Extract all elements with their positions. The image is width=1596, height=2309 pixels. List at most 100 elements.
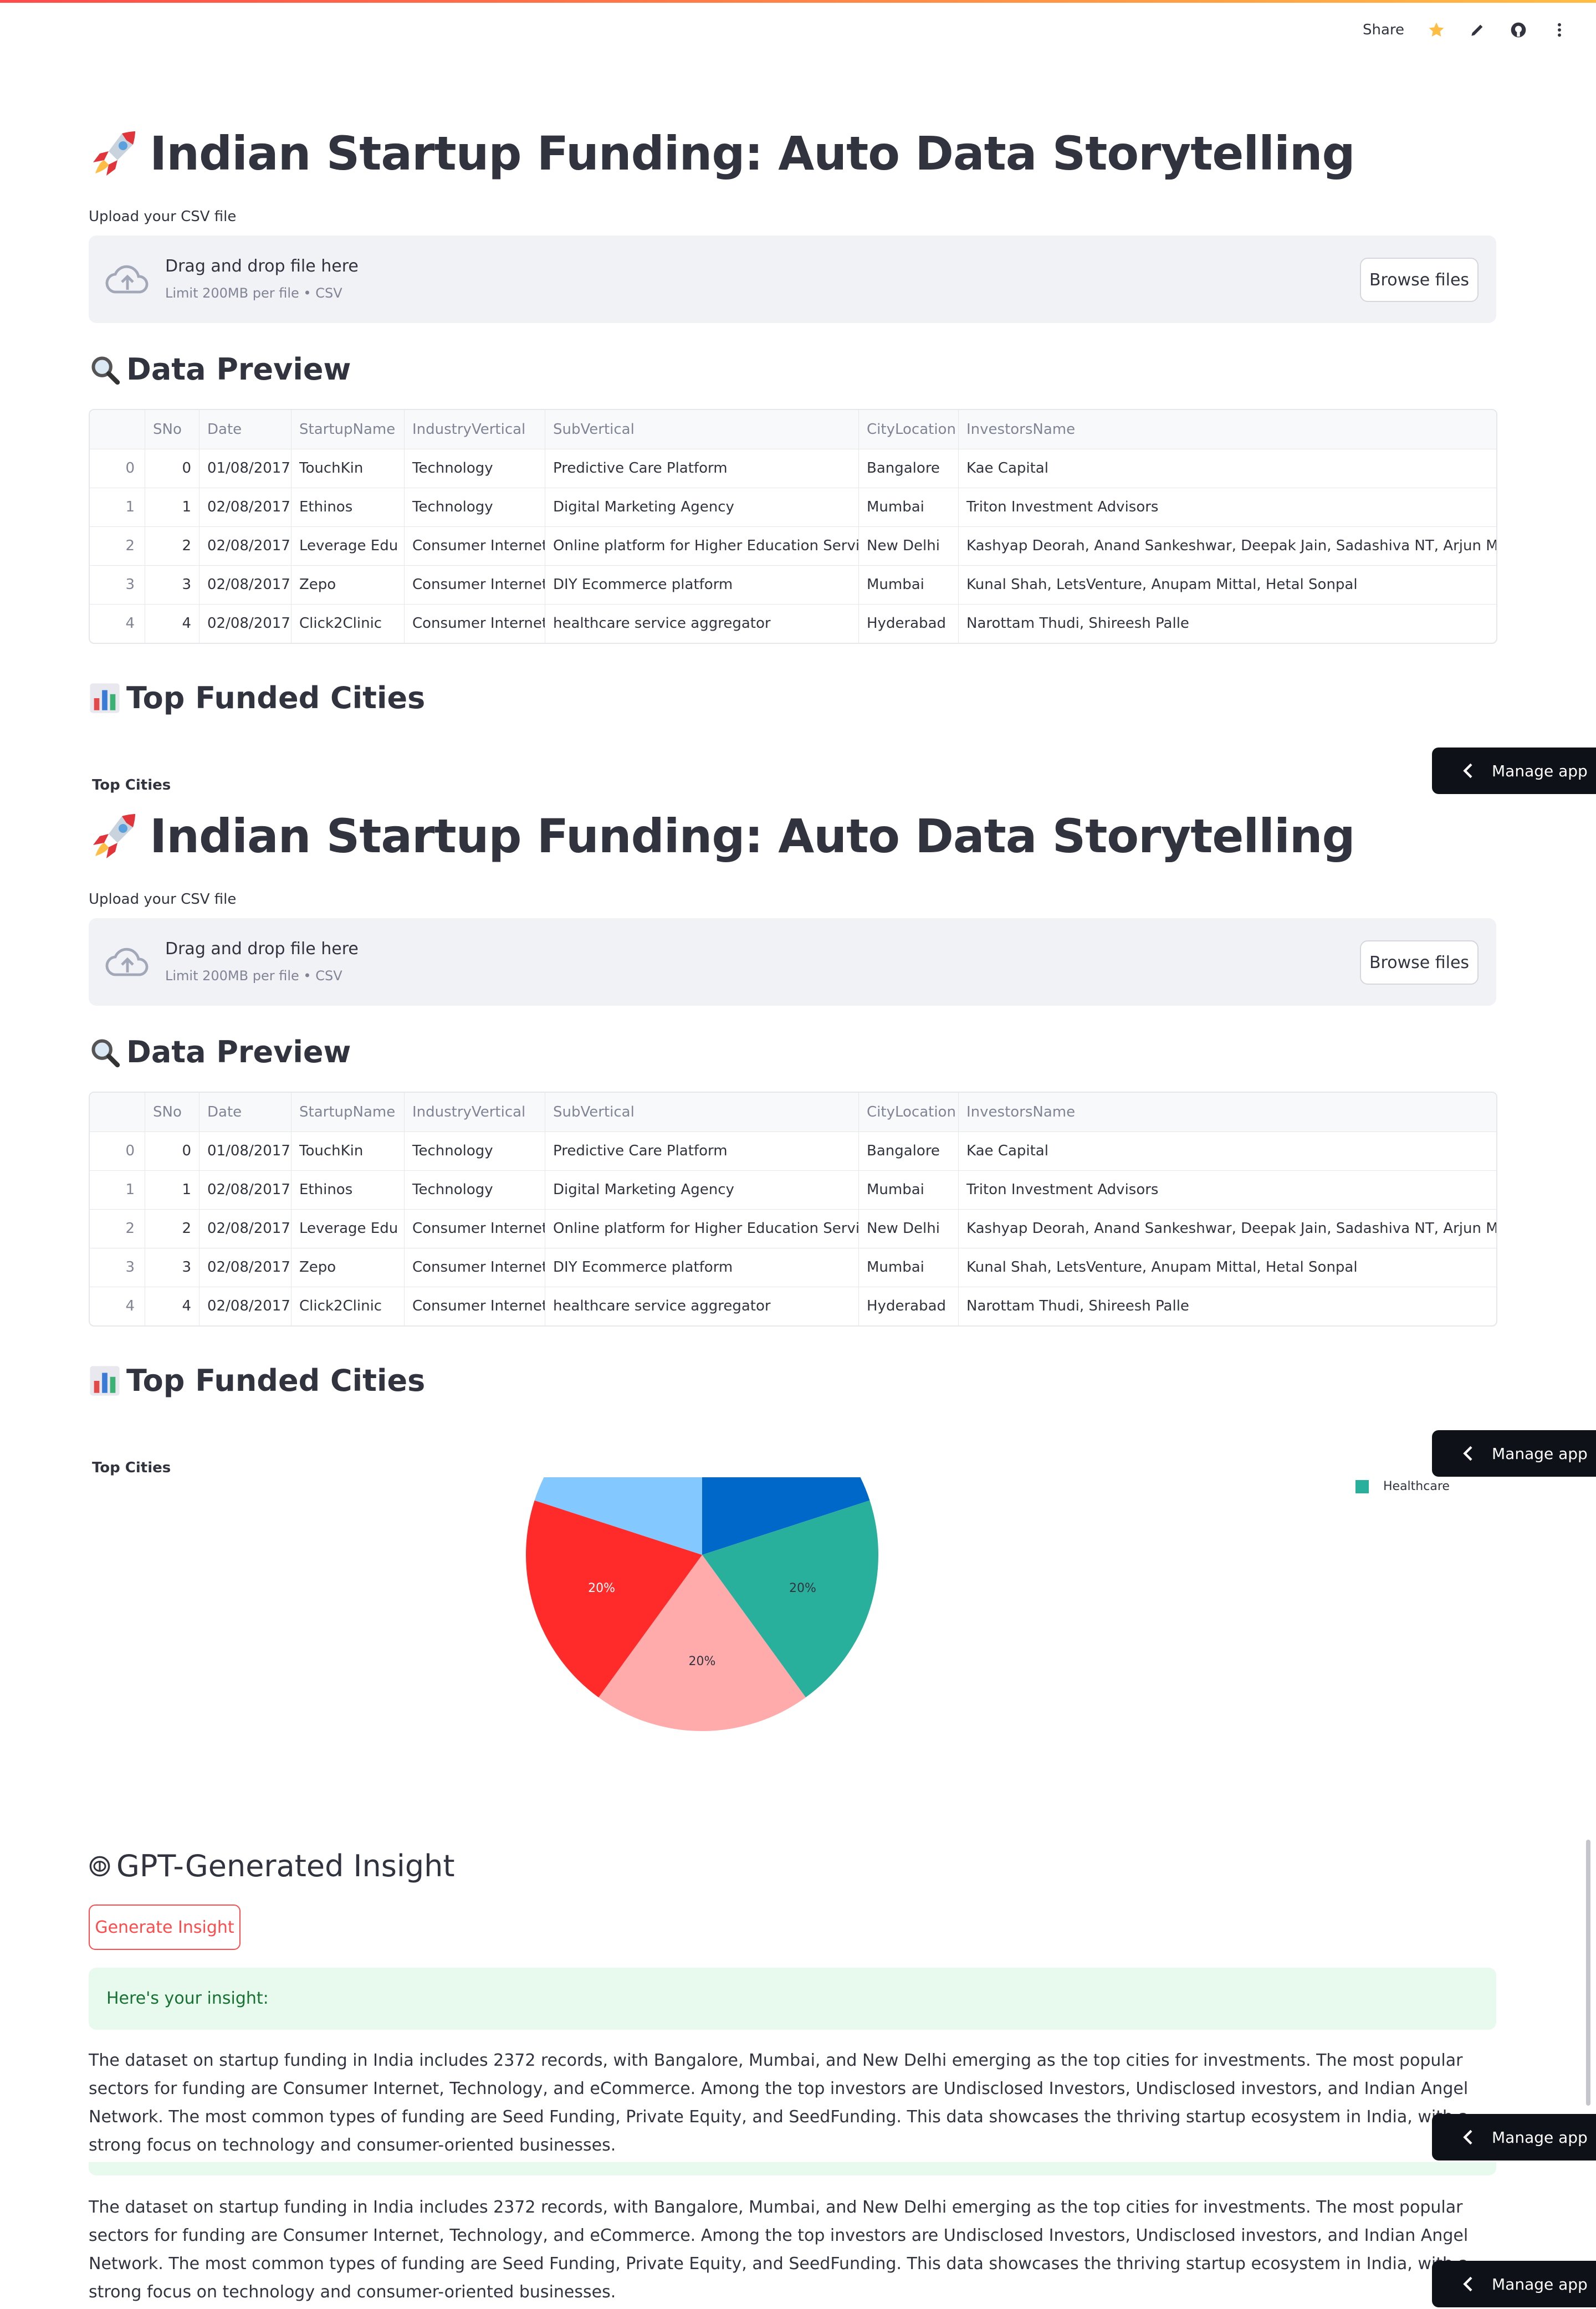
table-cell[interactable]: 01/08/2017 — [200, 449, 291, 488]
table-cell[interactable]: 1 — [90, 1170, 145, 1209]
table-cell[interactable]: 4 — [145, 1287, 200, 1325]
table-cell[interactable]: 3 — [145, 565, 200, 604]
table-cell[interactable]: Consumer Internet — [405, 526, 545, 565]
table-cell[interactable]: Mumbai — [859, 1248, 959, 1287]
browse-files-button[interactable]: Browse files — [1360, 258, 1479, 302]
github-icon[interactable] — [1510, 21, 1527, 39]
table-cell[interactable]: Kunal Shah, LetsVenture, Anupam Mittal, … — [959, 1248, 1496, 1287]
page-scrollbar[interactable] — [1586, 1840, 1590, 2106]
table-cell[interactable]: Triton Investment Advisors — [959, 1170, 1496, 1209]
table-cell[interactable]: Leverage Edu — [291, 526, 405, 565]
table-cell[interactable]: Mumbai — [859, 488, 959, 526]
table-cell[interactable]: 3 — [90, 1248, 145, 1287]
table-cell[interactable]: Kae Capital — [959, 449, 1496, 488]
table-header-cell[interactable]: SubVertical — [545, 410, 859, 449]
star-icon[interactable] — [1428, 21, 1445, 39]
table-cell[interactable]: Bangalore — [859, 449, 959, 488]
table-cell[interactable]: Consumer Internet — [405, 1209, 545, 1248]
more-vertical-icon[interactable] — [1551, 21, 1568, 39]
table-cell[interactable]: Ethinos — [291, 488, 405, 526]
table-cell[interactable]: Hyderabad — [859, 604, 959, 643]
table-cell[interactable]: 1 — [145, 1170, 200, 1209]
table-cell[interactable]: TouchKin — [291, 1132, 405, 1170]
table-cell[interactable]: 2 — [145, 1209, 200, 1248]
table-cell[interactable]: Ethinos — [291, 1170, 405, 1209]
top-cities-pie-chart[interactable]: 20% 20% 20% — [488, 1474, 920, 1740]
table-cell[interactable]: 02/08/2017 — [200, 1248, 291, 1287]
file-dropzone[interactable]: Drag and drop file here Limit 200MB per … — [89, 918, 1496, 1006]
table-header-cell[interactable]: IndustryVertical — [405, 410, 545, 449]
table-cell[interactable]: 0 — [145, 1132, 200, 1170]
table-cell[interactable]: Consumer Internet — [405, 1248, 545, 1287]
table-cell[interactable]: Consumer Internet — [405, 565, 545, 604]
table-cell[interactable]: Online platform for Higher Education Ser… — [545, 1209, 859, 1248]
table-cell[interactable]: 4 — [145, 604, 200, 643]
file-dropzone[interactable]: Drag and drop file here Limit 200MB per … — [89, 235, 1496, 323]
table-header-cell[interactable]: IndustryVertical — [405, 1093, 545, 1132]
table-cell[interactable]: 4 — [90, 604, 145, 643]
share-button[interactable]: Share — [1363, 22, 1404, 38]
table-cell[interactable]: 02/08/2017 — [200, 526, 291, 565]
table-cell[interactable]: 02/08/2017 — [200, 604, 291, 643]
table-cell[interactable]: 3 — [145, 1248, 200, 1287]
table-header-cell[interactable]: InvestorsName — [959, 410, 1496, 449]
table-cell[interactable]: Narottam Thudi, Shireesh Palle — [959, 1287, 1496, 1325]
table-cell[interactable]: Kae Capital — [959, 1132, 1496, 1170]
generate-insight-button[interactable]: Generate Insight — [89, 1904, 241, 1950]
table-cell[interactable]: Kunal Shah, LetsVenture, Anupam Mittal, … — [959, 565, 1496, 604]
table-cell[interactable]: DIY Ecommerce platform — [545, 565, 859, 604]
manage-app-button[interactable]: Manage app — [1432, 2114, 1596, 2160]
table-cell[interactable]: Leverage Edu — [291, 1209, 405, 1248]
table-header-cell[interactable]: SubVertical — [545, 1093, 859, 1132]
table-cell[interactable]: 1 — [90, 488, 145, 526]
table-cell[interactable]: 1 — [145, 488, 200, 526]
table-cell[interactable]: Triton Investment Advisors — [959, 488, 1496, 526]
table-header-cell[interactable] — [90, 1093, 145, 1132]
manage-app-button[interactable]: Manage app — [1432, 748, 1596, 794]
table-cell[interactable]: 02/08/2017 — [200, 1287, 291, 1325]
table-cell[interactable]: Mumbai — [859, 1170, 959, 1209]
table-cell[interactable]: Mumbai — [859, 565, 959, 604]
table-cell[interactable]: 4 — [90, 1287, 145, 1325]
table-cell[interactable]: Consumer Internet — [405, 1287, 545, 1325]
table-cell[interactable]: Technology — [405, 488, 545, 526]
table-cell[interactable]: healthcare service aggregator — [545, 604, 859, 643]
table-cell[interactable]: 2 — [90, 526, 145, 565]
table-cell[interactable]: 0 — [90, 449, 145, 488]
data-preview-table[interactable]: SNo Date StartupName IndustryVertical SubVer… — [89, 409, 1497, 644]
table-cell[interactable]: Predictive Care Platform — [545, 449, 859, 488]
table-cell[interactable]: 02/08/2017 — [200, 565, 291, 604]
table-cell[interactable]: Zepo — [291, 565, 405, 604]
table-cell[interactable]: Consumer Internet — [405, 604, 545, 643]
table-cell[interactable]: Digital Marketing Agency — [545, 488, 859, 526]
table-header-cell[interactable]: InvestorsName — [959, 1093, 1496, 1132]
table-cell[interactable]: 02/08/2017 — [200, 488, 291, 526]
table-cell[interactable]: Kashyap Deorah, Anand Sankeshwar, Deepak… — [959, 1209, 1496, 1248]
table-cell[interactable]: Hyderabad — [859, 1287, 959, 1325]
manage-app-button[interactable]: Manage app — [1432, 2261, 1596, 2307]
table-cell[interactable]: DIY Ecommerce platform — [545, 1248, 859, 1287]
table-cell[interactable]: Predictive Care Platform — [545, 1132, 859, 1170]
table-header-cell[interactable]: StartupName — [291, 410, 405, 449]
table-cell[interactable]: New Delhi — [859, 526, 959, 565]
table-cell[interactable]: Technology — [405, 1170, 545, 1209]
table-cell[interactable]: Click2Clinic — [291, 604, 405, 643]
table-header-cell[interactable]: StartupName — [291, 1093, 405, 1132]
table-cell[interactable]: Zepo — [291, 1248, 405, 1287]
table-header-cell[interactable]: SNo — [145, 410, 200, 449]
table-cell[interactable]: 02/08/2017 — [200, 1209, 291, 1248]
table-cell[interactable]: Kashyap Deorah, Anand Sankeshwar, Deepak… — [959, 526, 1496, 565]
table-cell[interactable]: 3 — [90, 565, 145, 604]
table-cell[interactable]: Technology — [405, 1132, 545, 1170]
table-cell[interactable]: Click2Clinic — [291, 1287, 405, 1325]
table-cell[interactable]: healthcare service aggregator — [545, 1287, 859, 1325]
table-header-cell[interactable]: Date — [200, 410, 291, 449]
edit-pencil-icon[interactable] — [1469, 21, 1486, 39]
table-header-cell[interactable]: SNo — [145, 1093, 200, 1132]
table-cell[interactable]: Narottam Thudi, Shireesh Palle — [959, 604, 1496, 643]
table-cell[interactable]: Digital Marketing Agency — [545, 1170, 859, 1209]
data-preview-table[interactable]: SNo Date StartupName IndustryVertical SubVer… — [89, 1092, 1497, 1327]
table-cell[interactable]: Online platform for Higher Education Ser… — [545, 526, 859, 565]
table-header-cell[interactable]: CityLocation — [859, 410, 959, 449]
table-cell[interactable]: 01/08/2017 — [200, 1132, 291, 1170]
